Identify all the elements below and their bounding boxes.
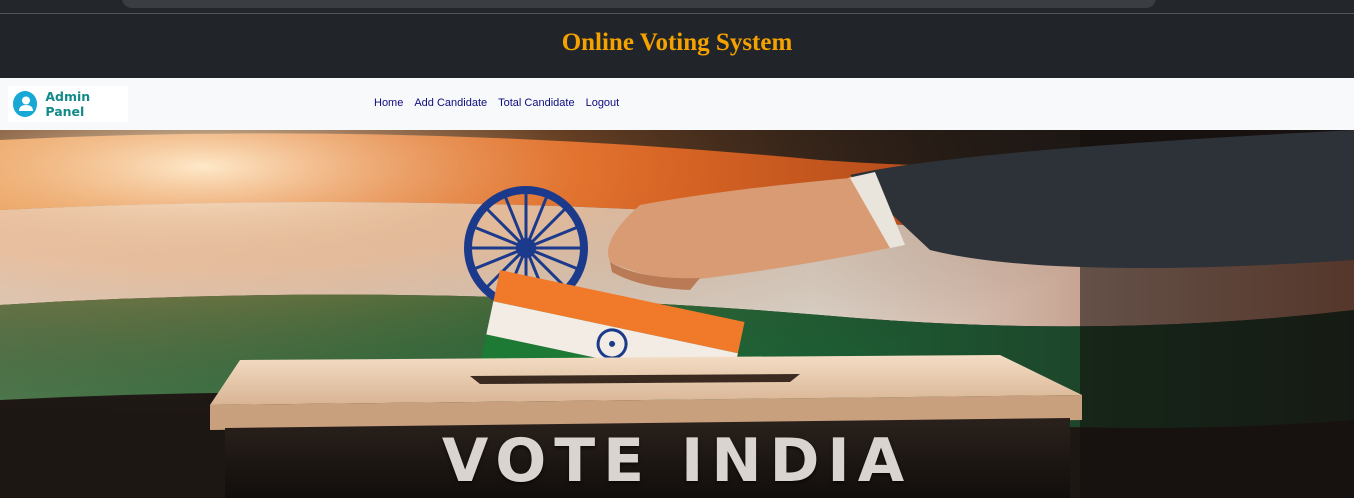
hero-slogan: VOTE INDIA xyxy=(441,426,913,496)
nav-link-total-candidate[interactable]: Total Candidate xyxy=(498,97,574,109)
address-bar[interactable] xyxy=(122,0,1156,8)
brand-label: Admin Panel xyxy=(45,89,91,119)
navbar: Admin Panel Home Add Candidate Total Can… xyxy=(0,78,1354,130)
browser-chrome-strip xyxy=(0,0,1354,14)
nav-link-home[interactable]: Home xyxy=(374,97,403,109)
nav-link-add-candidate[interactable]: Add Candidate xyxy=(414,97,487,109)
site-header: Online Voting System xyxy=(0,14,1354,78)
brand[interactable]: Admin Panel xyxy=(8,86,128,122)
hero-banner: VOTE INDIA xyxy=(0,130,1354,498)
site-title: Online Voting System xyxy=(561,29,793,56)
user-icon xyxy=(13,91,38,117)
nav-link-logout[interactable]: Logout xyxy=(586,97,620,109)
nav-links: Home Add Candidate Total Candidate Logou… xyxy=(374,97,619,109)
